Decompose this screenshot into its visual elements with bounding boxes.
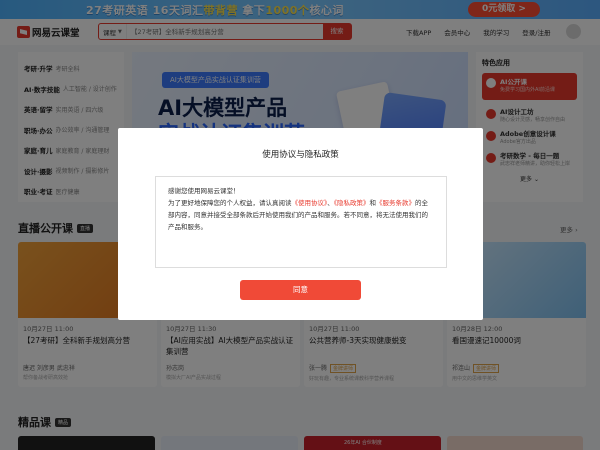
privacy-policy-link[interactable]: 《隐私政策》 bbox=[334, 199, 370, 207]
service-terms-link[interactable]: 《服务条款》 bbox=[376, 199, 415, 207]
dialog-title: 使用协议与隐私政策 bbox=[262, 150, 339, 160]
terms-of-use-link[interactable]: 《使用协议》 bbox=[292, 199, 328, 207]
dialog-body: 感谢您使用网易云课堂！ 为了更好地保障您的个人权益，请认真阅读《使用协议》、《隐… bbox=[155, 176, 447, 268]
agree-button[interactable]: 同意 bbox=[240, 280, 361, 300]
privacy-dialog: 使用协议与隐私政策 感谢您使用网易云课堂！ 为了更好地保障您的个人权益，请认真阅… bbox=[118, 128, 483, 320]
